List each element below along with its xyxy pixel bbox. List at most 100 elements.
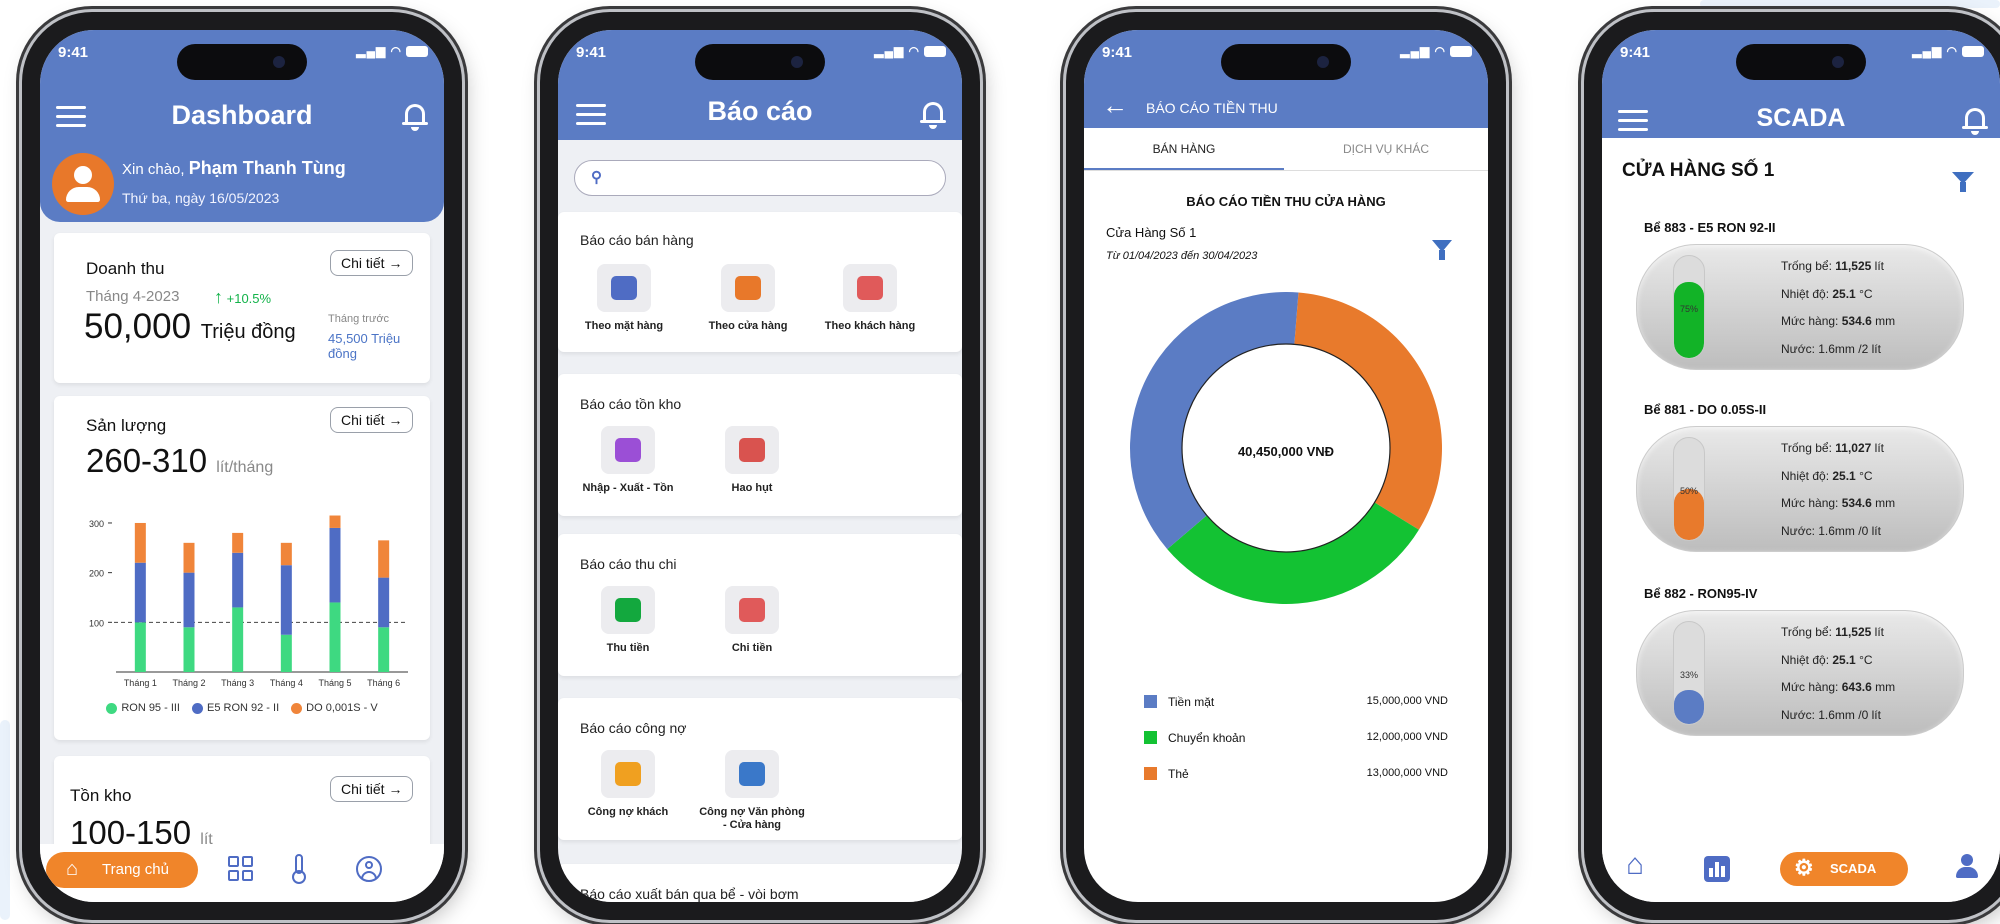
column-chart-icon xyxy=(725,750,779,798)
page-title: SCADA xyxy=(1756,104,1846,132)
report-tile[interactable]: Nhập - Xuất - Tồn xyxy=(568,426,688,495)
report-chart-icon[interactable] xyxy=(1704,856,1730,882)
tank-name: Bể 883 - E5 RON 92-II xyxy=(1644,220,1776,235)
bar-segment xyxy=(378,627,390,672)
section-title: Báo cáo thu chi xyxy=(580,556,677,572)
report-tile[interactable]: Công nợ Văn phòng - Cửa hàng xyxy=(692,750,812,832)
store-title: CỬA HÀNG SỐ 1 xyxy=(1622,160,1775,181)
tank-info-row: Trống bể: 11,525 lít xyxy=(1781,253,1895,281)
detail-label: Chi tiết xyxy=(341,781,385,797)
status-time: 9:41 xyxy=(1620,44,1651,61)
phone-reports: 9:41 ▂▄▆ ◠ Báo cáo ⚲ Báo cáo bán hàng Theo… xyxy=(540,12,980,920)
info-unit: lít xyxy=(1874,441,1884,455)
tile-label: Hao hụt xyxy=(731,482,773,494)
legend-item: RON 95 - III xyxy=(106,702,180,714)
report-tile[interactable]: Theo khách hàng xyxy=(810,264,930,333)
bell-icon[interactable] xyxy=(1962,106,1988,136)
legend-label: E5 RON 92 - II xyxy=(207,702,280,714)
tile-label: Công nợ khách xyxy=(587,806,669,818)
current-date: Thứ ba, ngày 16/05/2023 xyxy=(122,190,280,206)
thermometer-icon[interactable] xyxy=(292,854,306,884)
previous-month-value: 45,500 Triệu đồng xyxy=(328,331,401,361)
tank-info: Trống bể: 11,525 lít Nhiệt độ: 25.1 °C Mức… xyxy=(1781,253,1895,363)
dynamic-island xyxy=(177,44,307,80)
bar-segment xyxy=(329,515,341,528)
grid-icon[interactable] xyxy=(228,856,254,882)
output-amount: 260-310 xyxy=(86,442,208,479)
icon-glyph xyxy=(739,762,765,786)
search-bar[interactable]: ⚲ xyxy=(574,160,946,196)
info-label: Trống bể: xyxy=(1781,441,1832,455)
tank-level-fill xyxy=(1674,489,1704,540)
y-tick-label: 100 xyxy=(89,618,104,628)
greeting: Xin chào, Phạm Thanh Tùng xyxy=(122,158,346,179)
filter-icon[interactable] xyxy=(1952,172,1974,192)
x-tick-label: Tháng 2 xyxy=(172,678,205,688)
revenue-detail-button[interactable]: Chi tiết → xyxy=(330,250,414,276)
bar-segment xyxy=(232,552,244,608)
tile-label: Nhập - Xuất - Tồn xyxy=(582,482,674,494)
revenue-title: Doanh thu xyxy=(86,259,165,278)
report-tile[interactable]: Theo mặt hàng xyxy=(564,264,684,333)
report-section-card: Báo cáo tồn kho Nhập - Xuất - Tồn Hao hụt xyxy=(558,374,962,516)
filter-icon[interactable] xyxy=(1432,240,1452,260)
back-arrow-icon[interactable]: ← xyxy=(1102,90,1128,121)
bell-icon[interactable] xyxy=(402,102,428,132)
report-tile[interactable]: Theo cửa hàng xyxy=(688,264,808,333)
tab-divider xyxy=(1084,170,1488,171)
report-tile[interactable]: Công nợ khách xyxy=(568,750,688,819)
tank-card[interactable]: 50% Trống bể: 11,027 lít Nhiệt độ: 25.1 °C… xyxy=(1636,426,1964,552)
revenue-card: Doanh thu Chi tiết → Tháng 4-2023 ↑ +10.… xyxy=(54,233,430,383)
tank-info: Trống bể: 11,525 lít Nhiệt độ: 25.1 °C Mức… xyxy=(1781,619,1895,729)
signal-wifi-battery-icon: ▂▄▆ ◠ xyxy=(874,44,946,58)
search-input[interactable] xyxy=(615,167,935,189)
home-icon[interactable]: ⌂ xyxy=(1626,848,1644,882)
signal-wifi-battery-icon: ▂▄▆ ◠ xyxy=(1400,44,1472,58)
info-value: 534.6 xyxy=(1841,314,1872,328)
arrow-right-icon: → xyxy=(388,781,403,797)
bar-segment xyxy=(280,542,292,566)
tank-level-percent: 33% xyxy=(1679,670,1698,680)
dynamic-island xyxy=(1736,44,1866,80)
tank-card[interactable]: 33% Trống bể: 11,525 lít Nhiệt độ: 25.1 °C… xyxy=(1636,610,1964,736)
icon-glyph xyxy=(739,438,765,462)
report-tile[interactable]: Chi tiền xyxy=(692,586,812,655)
info-label: Trống bể: xyxy=(1781,625,1832,639)
user-icon[interactable] xyxy=(356,856,382,882)
tile-label: Thu tiền xyxy=(606,642,650,654)
tile-label: Chi tiền xyxy=(731,642,773,654)
nav-scada[interactable]: ⚙ SCADA xyxy=(1780,852,1908,886)
phone-dashboard: 9:41 ▂▄▆ ◠ Dashboard Xin chào, Phạm Thanh… xyxy=(22,12,462,920)
tank-card[interactable]: 75% Trống bể: 11,525 lít Nhiệt độ: 25.1 °C… xyxy=(1636,244,1964,370)
nav-home[interactable]: ⌂ Trang chủ xyxy=(46,852,198,888)
y-tick-label: 300 xyxy=(89,519,104,529)
tank-level-fill xyxy=(1674,281,1704,358)
background-panel-right xyxy=(1700,0,2000,8)
arrow-right-icon: → xyxy=(388,412,403,428)
detail-label: Chi tiết xyxy=(341,255,385,271)
dashboard-screen: 9:41 ▂▄▆ ◠ Dashboard Xin chào, Phạm Thanh… xyxy=(40,30,444,902)
y-tick-label: 200 xyxy=(89,569,104,579)
report-tile[interactable]: Hao hụt xyxy=(692,426,812,495)
bar-segment xyxy=(378,577,390,628)
bar-segment xyxy=(134,522,146,563)
bar-segment xyxy=(232,532,244,553)
report-tile[interactable]: Thu tiền xyxy=(568,586,688,655)
customers-icon xyxy=(843,264,897,312)
bar-segment xyxy=(329,602,341,672)
report-section-card: Báo cáo thu chi Thu tiền Chi tiền xyxy=(558,534,962,676)
section-title: Báo cáo công nợ xyxy=(580,720,687,736)
bell-icon[interactable] xyxy=(920,100,946,130)
icon-glyph xyxy=(739,598,765,622)
output-detail-button[interactable]: Chi tiết → xyxy=(330,407,414,433)
inventory-detail-button[interactable]: Chi tiết → xyxy=(330,776,414,802)
tab-sales[interactable]: BÁN HÀNG xyxy=(1084,142,1284,156)
tank-info-row: Mức hàng: 534.6 mm xyxy=(1781,308,1895,336)
change-value: +10.5% xyxy=(226,291,272,306)
inventory-title: Tồn kho xyxy=(70,786,132,805)
tab-other-services[interactable]: DỊCH VỤ KHÁC xyxy=(1284,142,1488,156)
revenue-value: 50,000 Triệu đồng xyxy=(84,307,296,347)
avatar[interactable] xyxy=(52,153,114,215)
user-icon[interactable] xyxy=(1956,854,1978,880)
page-title: BÁO CÁO TIỀN THU xyxy=(1146,100,1278,116)
